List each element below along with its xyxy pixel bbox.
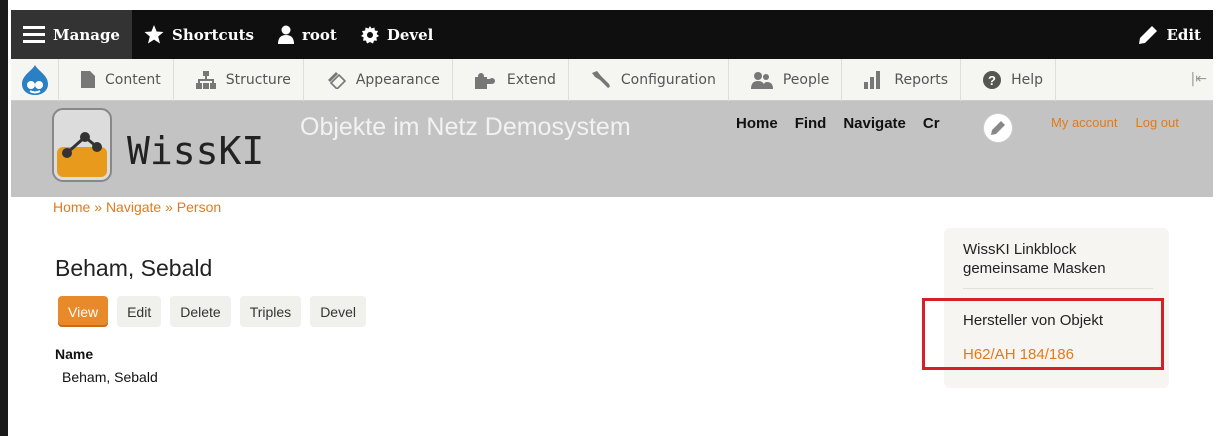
drupal-logo-icon[interactable]	[11, 58, 59, 101]
tray-item-people[interactable]: People	[729, 58, 843, 101]
admin-tray: Content Structure Appearance Extend Conf…	[11, 58, 1213, 101]
tray-item-label: Content	[105, 71, 161, 88]
log-out-link[interactable]: Log out	[1135, 115, 1178, 130]
tray-item-appearance[interactable]: Appearance	[304, 58, 453, 101]
site-slogan: Objekte im Netz Demosystem	[300, 113, 631, 141]
tray-item-extend[interactable]: Extend	[453, 58, 569, 101]
tab-devel[interactable]: Devel	[310, 296, 366, 327]
tab-view[interactable]: View	[58, 296, 109, 327]
toolbar-user-label: root	[301, 25, 337, 44]
collapse-tray-icon[interactable]: |⇤	[1191, 71, 1207, 87]
tray-item-label: Appearance	[355, 71, 440, 88]
toolbar-edit-label: Edit	[1166, 25, 1201, 44]
tray-item-label: Configuration	[620, 71, 716, 88]
frame-left-border	[0, 0, 8, 436]
tab-edit[interactable]: Edit	[117, 296, 162, 327]
breadcrumb-person[interactable]: Person	[177, 199, 221, 215]
tray-item-reports[interactable]: Reports	[842, 58, 962, 101]
sitemap-icon	[195, 70, 216, 89]
tray-item-content[interactable]: Content	[59, 58, 174, 101]
breadcrumb: Home » Navigate » Person	[53, 199, 221, 215]
puzzle-icon	[474, 72, 495, 89]
tray-item-label: Extend	[506, 71, 556, 88]
main-menu-find[interactable]: Find	[795, 115, 827, 132]
breadcrumb-navigate[interactable]: Navigate	[106, 199, 161, 215]
bar-chart-icon	[864, 70, 881, 89]
breadcrumb-home[interactable]: Home	[53, 199, 90, 215]
block-divider	[963, 288, 1153, 289]
tray-item-configuration[interactable]: Configuration	[569, 58, 729, 101]
svg-text:?: ?	[988, 73, 996, 88]
pencil-icon	[991, 121, 1005, 135]
field-label-name: Name	[55, 346, 94, 362]
site-name[interactable]: WissKI	[127, 129, 264, 173]
paint-brush-icon	[327, 71, 346, 89]
toolbar-shortcuts-label: Shortcuts	[171, 25, 254, 44]
toolbar-edit[interactable]: Edit	[1126, 10, 1213, 59]
toolbar-manage[interactable]: Manage	[11, 10, 132, 59]
wrench-icon	[591, 70, 610, 88]
page-title: Beham, Sebald	[55, 255, 213, 281]
field-value-name: Beham, Sebald	[62, 369, 158, 385]
breadcrumb-separator: »	[94, 199, 103, 215]
document-icon	[81, 71, 95, 88]
tray-item-label: Structure	[225, 71, 291, 88]
toolbar-devel[interactable]: Devel	[349, 10, 446, 59]
main-menu-navigate[interactable]: Navigate	[843, 115, 906, 132]
site-header: WissKI Objekte im Netz Demosystem Home F…	[11, 101, 1213, 197]
tray-item-label: Help	[1011, 71, 1043, 88]
hamburger-icon	[23, 25, 45, 43]
tray-item-label: People	[782, 71, 830, 88]
block-title: WissKI Linkblock gemeinsame Masken	[963, 241, 1106, 277]
admin-toolbar: Manage Shortcuts root Devel Edit	[11, 10, 1213, 59]
toolbar-shortcuts[interactable]: Shortcuts	[132, 10, 266, 59]
main-menu-home[interactable]: Home	[736, 115, 778, 132]
frame-top	[0, 0, 1220, 10]
pencil-icon	[1139, 25, 1158, 44]
contextual-edit-button[interactable]	[983, 113, 1013, 143]
my-account-link[interactable]: My account	[1051, 115, 1117, 130]
breadcrumb-separator: »	[165, 199, 173, 215]
main-menu: Home Find Navigate Cr	[736, 115, 940, 132]
person-icon	[277, 25, 294, 44]
help-icon: ?	[983, 70, 1002, 89]
toolbar-manage-label: Manage	[53, 25, 120, 44]
people-icon	[750, 71, 773, 89]
highlight-annotation	[922, 298, 1164, 370]
star-icon	[144, 25, 164, 44]
tab-triples[interactable]: Triples	[239, 296, 302, 327]
secondary-menu: My account Log out	[1051, 115, 1179, 130]
gear-icon	[360, 25, 379, 43]
tray-item-help[interactable]: ? Help	[961, 58, 1056, 101]
tray-item-structure[interactable]: Structure	[174, 58, 304, 101]
wisski-logo-icon[interactable]	[51, 107, 113, 183]
tray-item-label: Reports	[894, 71, 949, 88]
tab-delete[interactable]: Delete	[170, 296, 231, 327]
main-menu-create[interactable]: Cr	[923, 115, 940, 132]
toolbar-devel-label: Devel	[386, 25, 434, 44]
local-tasks-tabs: View Edit Delete Triples Devel	[58, 296, 366, 327]
toolbar-user[interactable]: root	[266, 10, 349, 59]
